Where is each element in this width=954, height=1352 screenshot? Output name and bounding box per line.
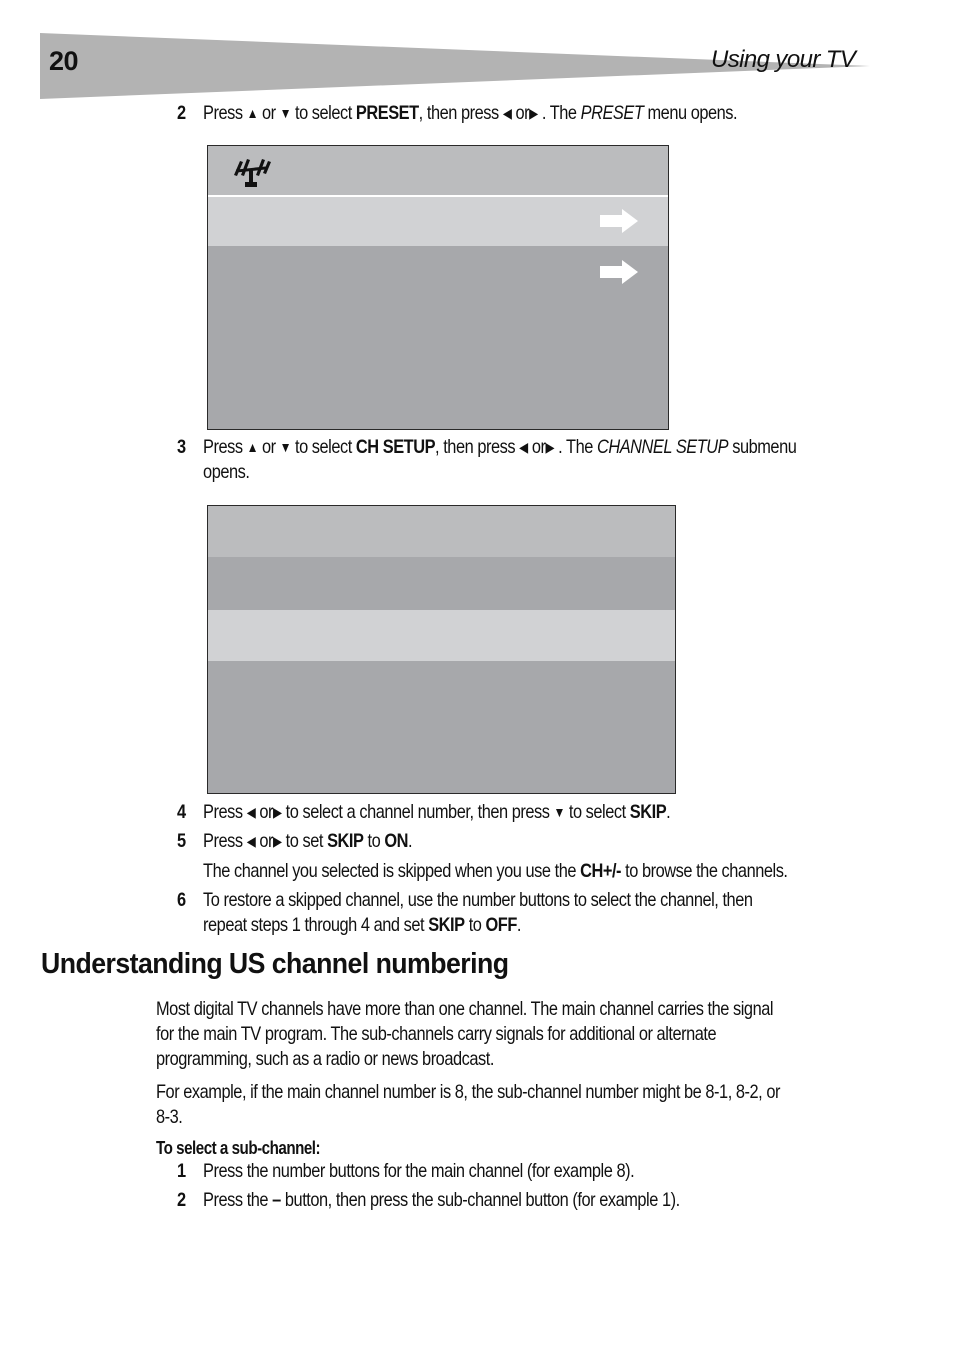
antenna-icon [234,159,271,187]
step-5: 5 Press ◀ or▶ to set SKIP to ON. [177,830,413,852]
paragraph-example: For example, if the main channel number … [156,1081,780,1128]
procedure-step-2: 2 Press the – button, then press the sub-… [177,1189,680,1211]
preset-menu-screen [207,145,669,430]
down-arrow-icon: ▼ [553,804,566,820]
step-number: 1 [177,1160,186,1182]
term-dash-button: – [272,1189,281,1211]
channel-setup-header [208,506,675,557]
step-number: 6 [177,889,186,911]
channel-setup-item-selected[interactable] [208,610,675,661]
left-arrow-icon: ◀ [502,105,512,121]
arrow-right-icon [600,260,638,284]
step-number: 4 [177,801,186,823]
channel-setup-screen [207,505,676,794]
page-number: 20 [49,46,79,76]
up-arrow-icon: ▲ [246,105,259,121]
channel-setup-item[interactable] [208,661,675,793]
term-skip: SKIP [327,830,364,852]
left-arrow-icon: ◀ [519,439,528,455]
step-number: 5 [177,830,186,852]
right-arrow-icon: ▶ [273,804,282,820]
preset-menu-item-selected[interactable] [208,197,668,246]
down-arrow-icon: ▼ [279,439,292,455]
paragraph-intro: Most digital TV channels have more than … [156,998,774,1070]
term-ch-plus-minus: CH+/- [580,860,622,882]
right-arrow-icon: ▶ [273,833,282,849]
term-on: ON [384,830,409,852]
down-arrow-icon: ▼ [279,105,292,121]
left-arrow-icon: ◀ [246,833,256,849]
running-head: Using your TV [711,46,856,73]
step-5-note: The channel you selected is skipped when… [203,860,788,882]
right-arrow-icon: ▶ [545,439,555,455]
up-arrow-icon: ▲ [246,439,259,455]
step-number: 2 [177,102,186,124]
step-4: 4 Press ◀ or▶ to select a channel number,… [177,801,671,823]
preset-menu-item[interactable] [208,246,668,429]
section-title: Understanding US channel numbering [41,948,509,980]
left-arrow-icon: ◀ [246,804,256,820]
term-skip: SKIP [428,914,465,936]
preset-menu-header [208,146,668,197]
step-number: 3 [177,436,186,458]
term-off: OFF [485,914,518,936]
procedure-step-1: 1 Press the number buttons for the main c… [177,1160,635,1182]
step-6: 6 To restore a skipped channel, use the n… [177,889,753,936]
term-preset: PRESET [355,102,419,124]
step-2: 2 Press ▲ or ▼ to select PRESET, then pre… [177,102,738,124]
channel-setup-item[interactable] [208,557,675,610]
term-ch-setup: CH SETUP [355,436,436,458]
step-3: 3 Press ▲ or ▼ to select CH SETUP, then p… [177,436,797,483]
procedure-title: To select a sub-channel: [156,1137,321,1158]
term-skip: SKIP [629,801,667,823]
step-number: 2 [177,1189,186,1211]
arrow-right-icon [600,209,638,233]
